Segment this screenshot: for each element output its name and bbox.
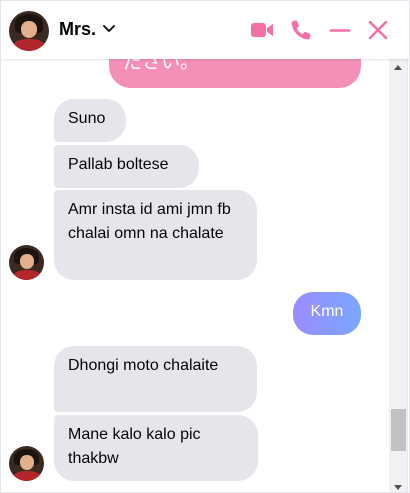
message-incoming[interactable]: Pallab boltese xyxy=(54,145,199,188)
message-outgoing[interactable]: Kmn xyxy=(293,292,361,335)
phone-icon[interactable] xyxy=(289,18,313,42)
video-call-icon[interactable] xyxy=(250,18,274,42)
contact-avatar[interactable] xyxy=(9,11,49,51)
scroll-down-arrow-icon[interactable] xyxy=(394,485,402,490)
chevron-down-icon[interactable] xyxy=(103,24,115,34)
message-incoming[interactable]: Suno xyxy=(54,99,126,142)
chat-header: Mrs. xyxy=(1,1,409,59)
scroll-up-arrow-icon[interactable] xyxy=(394,65,402,70)
message-list[interactable]: ださい。 Suno Pallab boltese Amr insta id am… xyxy=(1,59,389,492)
contact-name[interactable]: Mrs. xyxy=(59,19,96,40)
message-incoming[interactable]: Dhongi moto chalaite xyxy=(54,346,257,412)
contact-avatar xyxy=(9,446,44,481)
close-icon[interactable] xyxy=(366,18,390,42)
message-incoming[interactable]: Mane kalo kalo pic thakbw xyxy=(54,415,258,481)
contact-avatar xyxy=(9,245,44,280)
minimize-icon[interactable] xyxy=(328,18,352,42)
message-outgoing[interactable]: ださい。 xyxy=(109,59,361,88)
chat-window: Mrs. ださい。 Suno Pallab boltese Amr insta … xyxy=(0,0,410,493)
scrollbar-thumb[interactable] xyxy=(391,409,406,451)
message-incoming[interactable]: Amr insta id ami jmn fb chalai omn na ch… xyxy=(54,190,257,280)
